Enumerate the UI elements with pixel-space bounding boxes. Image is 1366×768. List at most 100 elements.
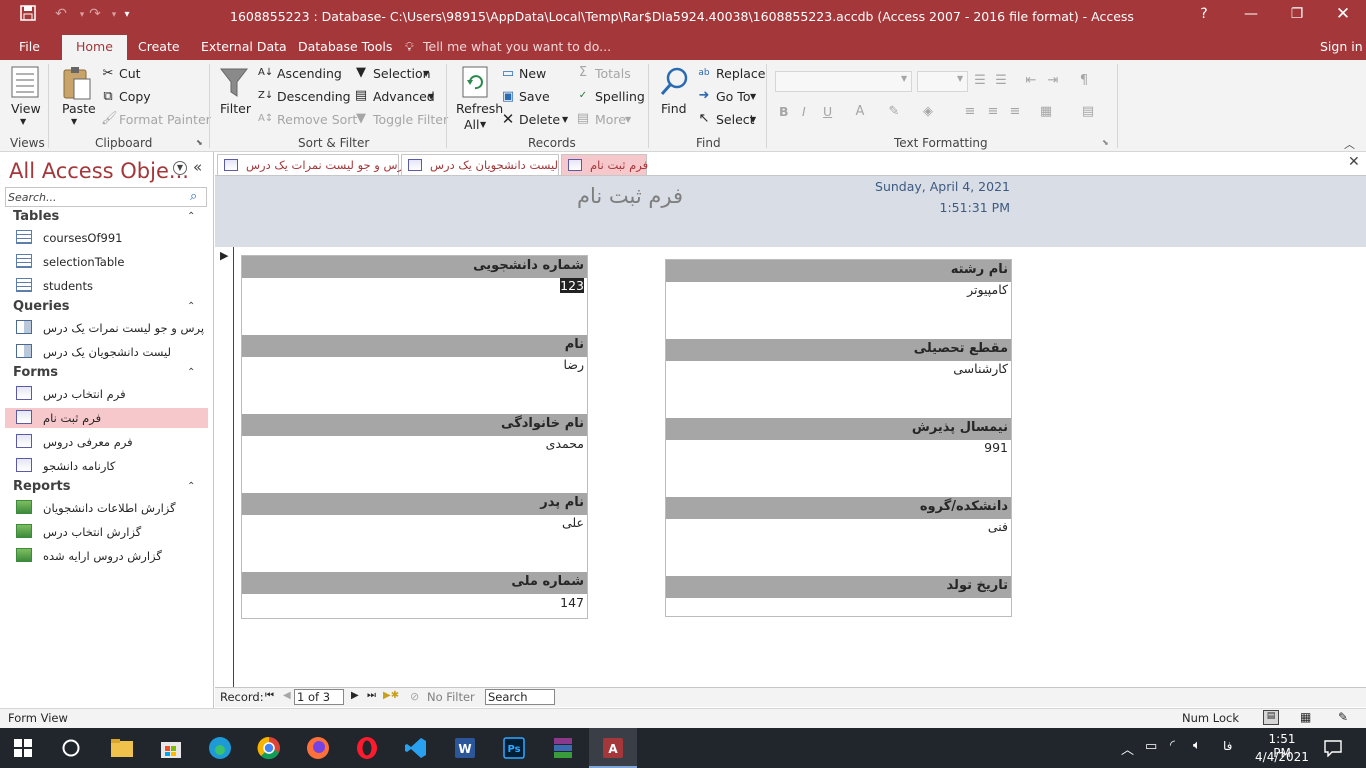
- clipboard-launcher-icon[interactable]: ⬊: [196, 138, 203, 147]
- nav-item-report[interactable]: گزارش دروس ارایه شده: [5, 546, 208, 566]
- nav-item-form[interactable]: فرم معرفی دروس: [5, 432, 208, 452]
- font-name-select[interactable]: [775, 71, 912, 92]
- word-icon[interactable]: W: [453, 736, 477, 760]
- minimize-icon[interactable]: —: [1240, 6, 1262, 22]
- bullets-icon[interactable]: ☰: [973, 74, 987, 88]
- customize-qat-icon[interactable]: ▾: [116, 9, 138, 20]
- photoshop-icon[interactable]: Ps: [502, 736, 526, 760]
- search-icon[interactable]: [61, 738, 81, 758]
- more-dropdown-icon[interactable]: ▼: [625, 115, 631, 124]
- tab-home[interactable]: Home: [62, 35, 127, 60]
- descending-button[interactable]: Descending: [277, 89, 351, 104]
- selection-dropdown-icon[interactable]: ▼: [423, 69, 429, 78]
- volume-icon[interactable]: 🔈︎: [1193, 738, 1201, 753]
- close-document-icon[interactable]: ✕: [1348, 154, 1360, 170]
- paste-dropdown-icon[interactable]: ▼: [71, 117, 77, 126]
- delete-record-button[interactable]: Delete: [519, 112, 560, 127]
- find-button[interactable]: Find: [661, 101, 687, 116]
- font-name-dropdown-icon[interactable]: ▼: [901, 74, 907, 83]
- doc-tab-query-students[interactable]: لیست دانشجویان یک درس: [401, 154, 559, 175]
- nav-pane-title[interactable]: All Access Obje...: [9, 159, 189, 183]
- previous-record-icon[interactable]: ◀: [283, 690, 291, 701]
- first-name-field[interactable]: رضا: [242, 357, 587, 377]
- nav-item-table[interactable]: students: [5, 276, 208, 296]
- view-button[interactable]: View: [11, 101, 41, 116]
- align-center-icon[interactable]: ≡: [986, 105, 1000, 119]
- underline-button[interactable]: U: [823, 104, 832, 119]
- help-button[interactable]: ?: [1193, 6, 1215, 22]
- numbering-icon[interactable]: ☰: [994, 74, 1008, 88]
- show-hidden-icons-icon[interactable]: ︿: [1121, 739, 1134, 758]
- cut-button[interactable]: Cut: [119, 66, 141, 81]
- tab-file[interactable]: File: [19, 39, 40, 54]
- major-field[interactable]: کامپیوتر: [666, 282, 1011, 302]
- save-record-button[interactable]: Save: [519, 89, 550, 104]
- refresh-all-button[interactable]: Refresh: [456, 101, 503, 116]
- nav-item-report[interactable]: گزارش اطلاعات دانشجویان: [5, 498, 208, 518]
- text-formatting-launcher-icon[interactable]: ⬊: [1102, 138, 1109, 147]
- collapse-forms-icon[interactable]: ⌃: [187, 367, 195, 378]
- chrome-icon[interactable]: [257, 736, 281, 760]
- selection-button[interactable]: Selection: [373, 66, 431, 81]
- increase-indent-icon[interactable]: ⇥: [1046, 74, 1060, 88]
- highlight-icon[interactable]: ✎: [887, 105, 901, 119]
- nav-item-table[interactable]: coursesOf991: [5, 228, 208, 248]
- doc-tab-query-grades[interactable]: پرس و جو لیست نمرات یک درس: [217, 154, 407, 175]
- refresh-icon[interactable]: [461, 66, 489, 98]
- national-id-field[interactable]: 147: [242, 595, 587, 615]
- nav-item-query[interactable]: لیست دانشجویان یک درس: [5, 342, 208, 362]
- edge-icon[interactable]: [208, 736, 232, 760]
- wifi-icon[interactable]: ◜: [1170, 738, 1175, 753]
- admission-semester-field[interactable]: 991: [666, 440, 1011, 460]
- gridlines-icon[interactable]: ▦: [1039, 105, 1053, 119]
- replace-button[interactable]: Replace: [716, 66, 765, 81]
- winrar-icon[interactable]: [551, 736, 575, 760]
- nav-item-report[interactable]: گزارش انتخاب درس: [5, 522, 208, 542]
- doc-tab-registration-form[interactable]: فرم ثبت نام: [561, 154, 648, 175]
- paste-icon[interactable]: [62, 66, 92, 100]
- view-icon[interactable]: [11, 66, 39, 98]
- new-record-button[interactable]: New: [519, 66, 546, 81]
- degree-field[interactable]: کارشناسی: [666, 361, 1011, 381]
- save-icon[interactable]: [17, 5, 39, 25]
- vscode-icon[interactable]: [404, 736, 428, 760]
- faculty-field[interactable]: فنی: [666, 519, 1011, 539]
- copy-button[interactable]: Copy: [119, 89, 151, 104]
- first-record-icon[interactable]: ⏮: [265, 690, 274, 701]
- ascending-button[interactable]: Ascending: [277, 66, 342, 81]
- birth-date-field[interactable]: [666, 598, 1011, 618]
- collapse-tables-icon[interactable]: ⌃: [187, 211, 195, 222]
- delete-dropdown-icon[interactable]: ▼: [562, 115, 568, 124]
- tell-me-box[interactable]: Tell me what you want to do...: [423, 39, 611, 54]
- last-record-icon[interactable]: ⏭: [367, 690, 376, 701]
- nav-search-input[interactable]: Search...: [5, 187, 207, 207]
- format-painter-button[interactable]: Format Painter: [119, 112, 211, 127]
- filter-button[interactable]: Filter: [220, 101, 251, 116]
- input-language-indicator[interactable]: فا: [1223, 739, 1232, 753]
- paste-button[interactable]: Paste: [62, 101, 96, 116]
- remove-sort-button[interactable]: Remove Sort: [277, 112, 357, 127]
- more-button[interactable]: More: [595, 112, 626, 127]
- advanced-button[interactable]: Advanced: [373, 89, 435, 104]
- font-size-dropdown-icon[interactable]: ▼: [957, 74, 963, 83]
- tab-create[interactable]: Create: [138, 39, 180, 54]
- no-filter-button[interactable]: No Filter: [427, 690, 475, 704]
- notifications-icon[interactable]: [1324, 739, 1342, 757]
- undo-icon[interactable]: ↶: [50, 6, 72, 22]
- nav-section-tables[interactable]: Tables: [13, 209, 59, 224]
- decrease-indent-icon[interactable]: ⇤: [1024, 74, 1038, 88]
- select-button[interactable]: Select: [716, 112, 755, 127]
- start-icon[interactable]: [14, 739, 32, 757]
- view-dropdown-icon[interactable]: ▼: [20, 117, 26, 126]
- record-search-input[interactable]: Search: [485, 689, 555, 705]
- nav-item-form-selected[interactable]: فرم ثبت نام: [5, 408, 208, 428]
- find-icon[interactable]: [659, 66, 689, 98]
- clock-date[interactable]: 4/4/2021: [1254, 750, 1310, 764]
- form-view-icon[interactable]: ▤: [1263, 710, 1279, 725]
- nav-item-table[interactable]: selectionTable: [5, 252, 208, 272]
- italic-button[interactable]: I: [802, 104, 806, 119]
- opera-icon[interactable]: [355, 736, 379, 760]
- nav-section-queries[interactable]: Queries: [13, 299, 70, 314]
- next-record-icon[interactable]: ▶: [351, 690, 359, 701]
- go-to-button[interactable]: Go To: [716, 89, 750, 104]
